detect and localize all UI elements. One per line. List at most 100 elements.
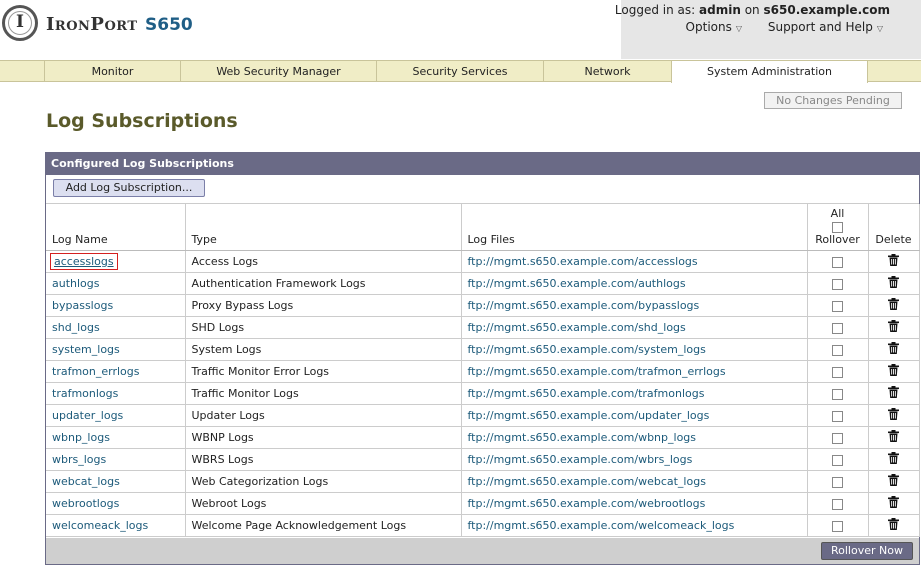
support-help-menu[interactable]: Support and Help ▽ [768,20,883,34]
log-file-link[interactable]: ftp://mgmt.s650.example.com/updater_logs [468,409,710,422]
log-files-cell: ftp://mgmt.s650.example.com/wbrs_logs [461,448,808,471]
trash-icon[interactable] [888,342,899,357]
log-file-link[interactable]: ftp://mgmt.s650.example.com/bypasslogs [468,299,700,312]
table-row: welcomeack_logs Welcome Page Acknowledgem… [46,514,920,537]
login-info: Logged in as: admin on s650.example.com [614,3,890,17]
rollover-cell [807,294,869,317]
log-name-link[interactable]: welcomeack_logs [52,519,148,532]
trash-icon[interactable] [888,254,899,269]
rollover-checkbox[interactable] [832,454,843,466]
log-name-cell: shd_logs [46,316,186,339]
log-file-link[interactable]: ftp://mgmt.s650.example.com/wbrs_logs [468,453,693,466]
rollover-cell [807,316,869,339]
tab-security-services[interactable]: Security Services [376,61,543,82]
rollover-checkbox[interactable] [832,322,843,334]
rollover-checkbox[interactable] [832,432,843,444]
tab-monitor[interactable]: Monitor [44,61,180,82]
rollover-cell [807,338,869,361]
table-row: bypasslogs Proxy Bypass Logs ftp://mgmt.s6… [46,294,920,317]
log-files-cell: ftp://mgmt.s650.example.com/bypasslogs [461,294,808,317]
rollover-checkbox[interactable] [832,256,843,268]
tab-system-administration[interactable]: System Administration [671,61,868,83]
delete-cell [868,272,920,295]
log-name-cell: trafmonlogs [46,382,186,405]
log-file-link[interactable]: ftp://mgmt.s650.example.com/authlogs [468,277,686,290]
log-name-cell: wbrs_logs [46,448,186,471]
header-menus: Options ▽ Support and Help ▽ [664,20,883,34]
log-file-link[interactable]: ftp://mgmt.s650.example.com/wbnp_logs [468,431,697,444]
rollover-checkbox[interactable] [832,476,843,488]
rollover-checkbox[interactable] [832,278,843,290]
log-type-cell: Web Categorization Logs [185,470,462,493]
trash-icon[interactable] [888,320,899,335]
log-name-link[interactable]: trafmon_errlogs [52,365,139,378]
trash-icon[interactable] [888,518,899,533]
column-header-type[interactable]: Type [185,204,462,251]
log-file-link[interactable]: ftp://mgmt.s650.example.com/trafmonlogs [468,387,705,400]
rollover-checkbox[interactable] [832,344,843,356]
log-file-link[interactable]: ftp://mgmt.s650.example.com/accesslogs [468,255,698,268]
log-files-cell: ftp://mgmt.s650.example.com/shd_logs [461,316,808,339]
delete-cell [868,294,920,317]
log-name-link[interactable]: authlogs [52,277,100,290]
log-name-link[interactable]: trafmonlogs [52,387,118,400]
log-name-link[interactable]: webrootlogs [52,497,119,510]
trash-icon[interactable] [888,430,899,445]
trash-icon[interactable] [888,452,899,467]
panel-footer: Rollover Now [46,538,919,564]
trash-icon[interactable] [888,386,899,401]
tab-network[interactable]: Network [543,61,671,82]
delete-cell [868,338,920,361]
log-name-cell: welcomeack_logs [46,514,186,537]
column-header-log-name[interactable]: Log Name [46,204,186,251]
rollover-cell [807,272,869,295]
rollover-checkbox[interactable] [832,410,843,422]
log-files-cell: ftp://mgmt.s650.example.com/updater_logs [461,404,808,427]
rollover-checkbox[interactable] [832,498,843,510]
log-file-link[interactable]: ftp://mgmt.s650.example.com/welcomeack_l… [468,519,735,532]
select-all-rollover-checkbox[interactable] [832,221,843,233]
log-name-link[interactable]: wbrs_logs [52,453,106,466]
log-file-link[interactable]: ftp://mgmt.s650.example.com/system_logs [468,343,706,356]
log-file-link[interactable]: ftp://mgmt.s650.example.com/webcat_logs [468,475,706,488]
add-log-subscription-button[interactable]: Add Log Subscription... [53,179,205,197]
trash-icon[interactable] [888,364,899,379]
rollover-checkbox[interactable] [832,300,843,312]
delete-cell [868,360,920,383]
rollover-now-button[interactable]: Rollover Now [821,542,913,560]
log-name-link[interactable]: bypasslogs [52,299,113,312]
table-header-row: Log Name Type Log Files All Rollover Del… [46,204,920,251]
log-name-link[interactable]: system_logs [52,343,120,356]
rollover-checkbox[interactable] [832,366,843,378]
options-menu[interactable]: Options ▽ [686,20,742,34]
column-header-log-files: Log Files [461,204,808,251]
log-type-cell: Welcome Page Acknowledgement Logs [185,514,462,537]
log-name-link[interactable]: webcat_logs [52,475,120,488]
log-name-link[interactable]: shd_logs [52,321,100,334]
log-file-link[interactable]: ftp://mgmt.s650.example.com/shd_logs [468,321,686,334]
pending-changes-button[interactable]: No Changes Pending [764,92,902,109]
panel-title: Configured Log Subscriptions [46,153,919,175]
log-name-link[interactable]: wbnp_logs [52,431,110,444]
tab-web-security-manager[interactable]: Web Security Manager [180,61,376,82]
table-row: trafmon_errlogs Traffic Monitor Error Log… [46,360,920,383]
log-name-cell: system_logs [46,338,186,361]
log-files-cell: ftp://mgmt.s650.example.com/webcat_logs [461,470,808,493]
rollover-cell [807,404,869,427]
log-name-link[interactable]: accesslogs [50,253,118,270]
trash-icon[interactable] [888,276,899,291]
log-files-cell: ftp://mgmt.s650.example.com/wbnp_logs [461,426,808,449]
trash-icon[interactable] [888,474,899,489]
trash-icon[interactable] [888,408,899,423]
table-row: system_logs System Logs ftp://mgmt.s650.ex… [46,338,920,361]
log-name-link[interactable]: updater_logs [52,409,123,422]
log-file-link[interactable]: ftp://mgmt.s650.example.com/trafmon_errl… [468,365,726,378]
trash-icon[interactable] [888,496,899,511]
log-file-link[interactable]: ftp://mgmt.s650.example.com/webrootlogs [468,497,706,510]
rollover-checkbox[interactable] [832,388,843,400]
log-name-cell: accesslogs [46,250,186,273]
rollover-cell [807,448,869,471]
trash-icon[interactable] [888,298,899,313]
delete-cell [868,492,920,515]
rollover-checkbox[interactable] [832,520,843,532]
